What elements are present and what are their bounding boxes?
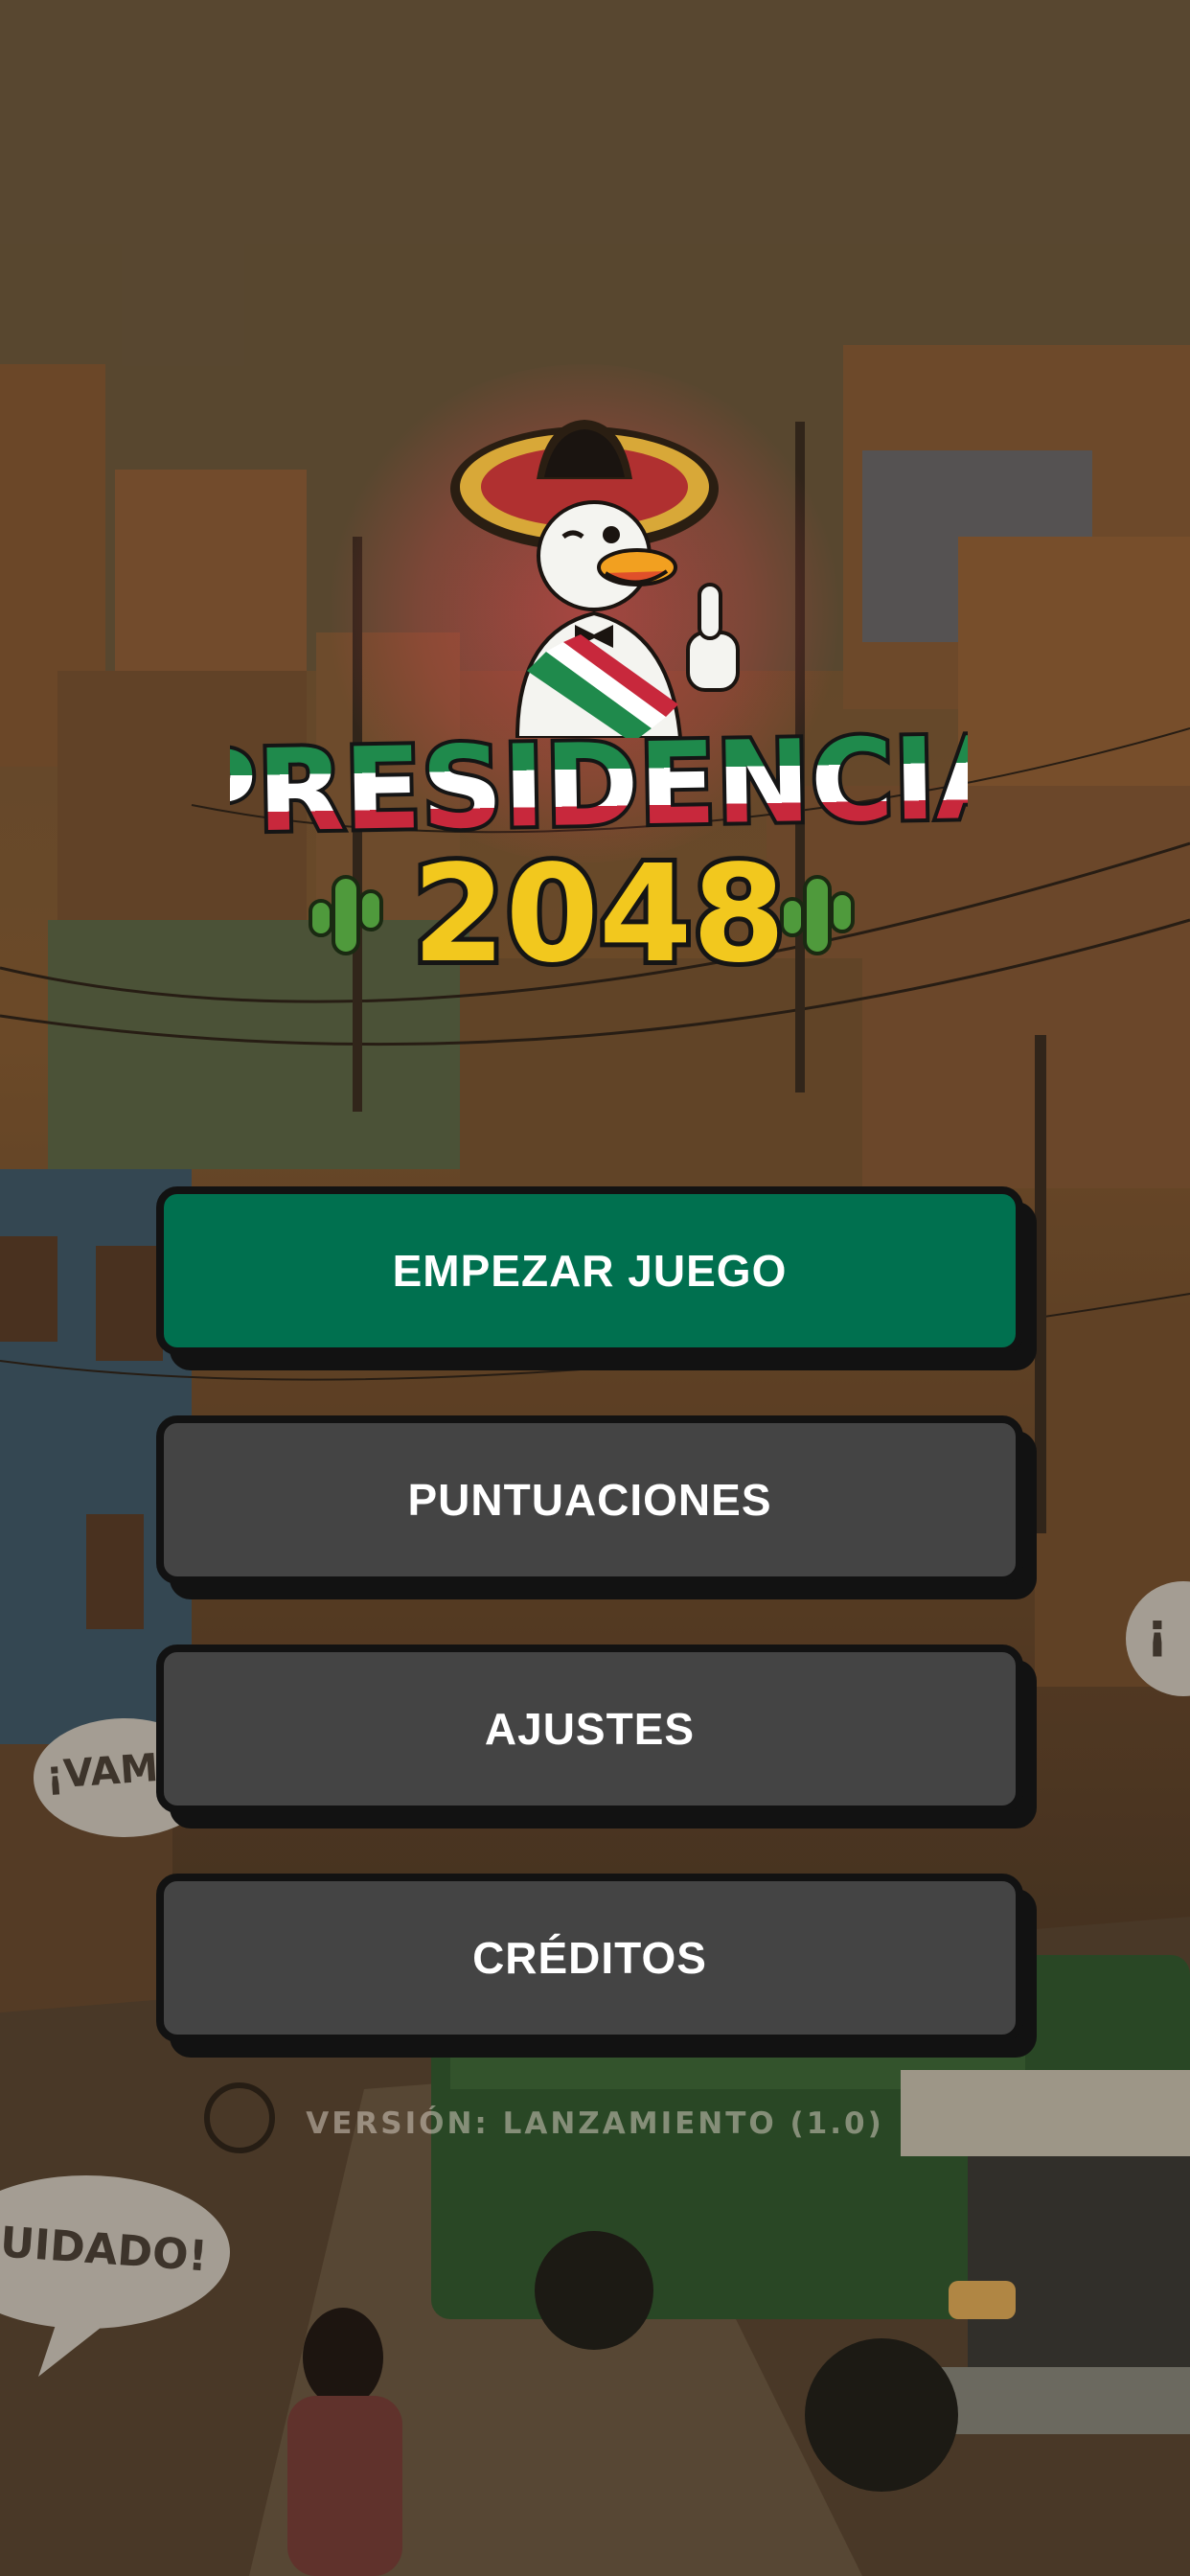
settings-button-wrapper: AJUSTES [156, 1644, 1037, 1828]
version-label: VERSIÓN: LANZAMIENTO (1.0) [306, 2106, 884, 2141]
scores-button-wrapper: PUNTUACIONES [156, 1415, 1037, 1599]
credits-button-wrapper: CRÉDITOS [156, 1874, 1037, 2058]
main-menu-screen: ¡VAM UIDADO! ¡ PRESIDENCIA 2048 EMPEZAR … [0, 0, 1190, 2576]
credits-button[interactable]: CRÉDITOS [156, 1874, 1023, 2042]
scores-button[interactable]: PUNTUACIONES [156, 1415, 1023, 1584]
start-game-button-wrapper: EMPEZAR JUEGO [156, 1186, 1037, 1370]
cactus-icon [780, 875, 855, 955]
start-game-button[interactable]: EMPEZAR JUEGO [156, 1186, 1023, 1355]
game-title-logo: PRESIDENCIA 2048 [230, 709, 968, 987]
settings-button[interactable]: AJUSTES [156, 1644, 1023, 1813]
duck-mascot-icon [450, 420, 740, 738]
title-2048: 2048 [412, 837, 786, 987]
cactus-icon [309, 875, 383, 955]
